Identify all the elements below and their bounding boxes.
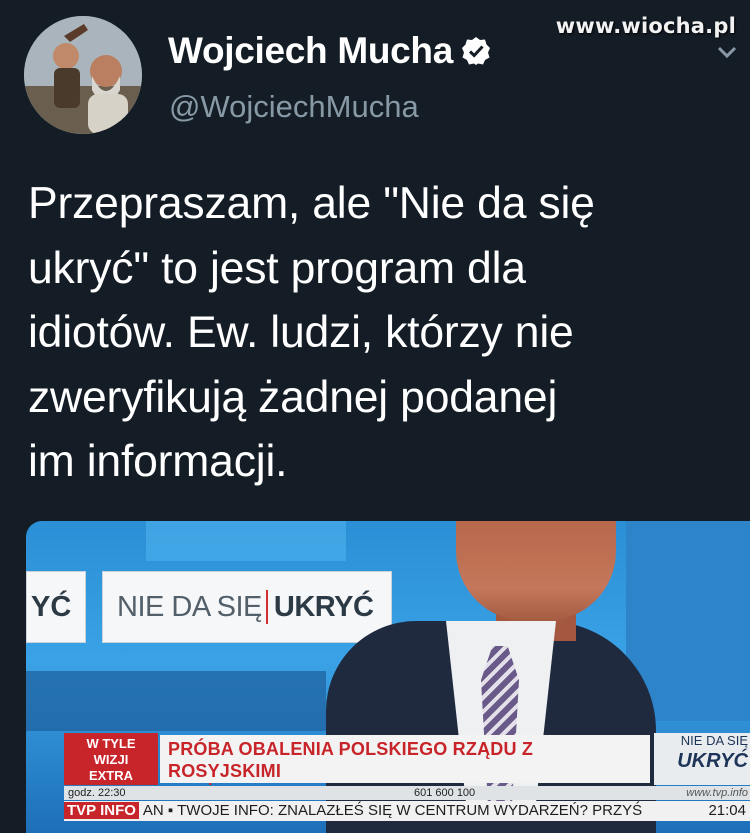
clock: 21:04 bbox=[702, 801, 746, 821]
studio-logo: NIE DA SIĘ UKRYĆ bbox=[102, 571, 392, 643]
author-handle[interactable]: @WojciechMucha bbox=[169, 89, 419, 125]
broadcast-time: godz. 22:30 bbox=[68, 787, 126, 799]
studio-logo-text-a: NIE DA SIĘ bbox=[117, 590, 262, 623]
info-strip: godz. 22:30 601 600 100 www.tvp.info bbox=[64, 786, 750, 800]
crawl-text: AN ▪ TWOJE INFO: ZNALAZŁEŚ SIĘ W CENTRUM… bbox=[142, 802, 643, 819]
author-name[interactable]: Wojciech Mucha bbox=[168, 30, 453, 72]
news-ticker: W TYLE WIZJI EXTRA PRÓBA OBALENIA POLSKI… bbox=[52, 733, 750, 803]
news-crawl: TVP INFO AN ▪ TWOJE INFO: ZNALAZŁEŚ SIĘ W… bbox=[64, 801, 750, 821]
ticker-headline: PRÓBA OBALENIA POLSKIEGO RZĄDU Z ROSYJSK… bbox=[160, 735, 650, 803]
program-badge: W TYLE WIZJI EXTRA bbox=[64, 733, 158, 785]
program-badge-text: W TYLE WIZJI EXTRA bbox=[86, 736, 136, 783]
chevron-down-icon[interactable] bbox=[716, 44, 738, 60]
studio-logo-text-b: UKRYĆ bbox=[273, 590, 374, 623]
tweet-header: Wojciech Mucha @WojciechMucha bbox=[24, 16, 564, 136]
verified-badge-icon bbox=[462, 37, 491, 65]
program-corner-logo: NIE DA SIĘ UKRYĆ bbox=[654, 733, 750, 785]
tweet-text: Przepraszam, ale "Nie da się ukryć" to j… bbox=[28, 179, 595, 486]
author-row[interactable]: Wojciech Mucha bbox=[168, 30, 491, 72]
site-url: www.tvp.info bbox=[686, 787, 748, 799]
phone-number: 601 600 100 bbox=[414, 787, 476, 799]
studio-logo-fragment: YĆ bbox=[26, 571, 86, 643]
corner-logo-small: NIE DA SIĘ bbox=[680, 733, 748, 748]
tweet-media-image[interactable]: YĆ NIE DA SIĘ UKRYĆ W TYLE WIZJI EXTRA P… bbox=[26, 521, 750, 833]
avatar[interactable] bbox=[24, 16, 142, 134]
corner-logo-big: UKRYĆ bbox=[677, 750, 748, 772]
watermark: www.wiocha.pl bbox=[555, 14, 736, 38]
tvp-info-logo: TVP INFO bbox=[64, 802, 139, 819]
